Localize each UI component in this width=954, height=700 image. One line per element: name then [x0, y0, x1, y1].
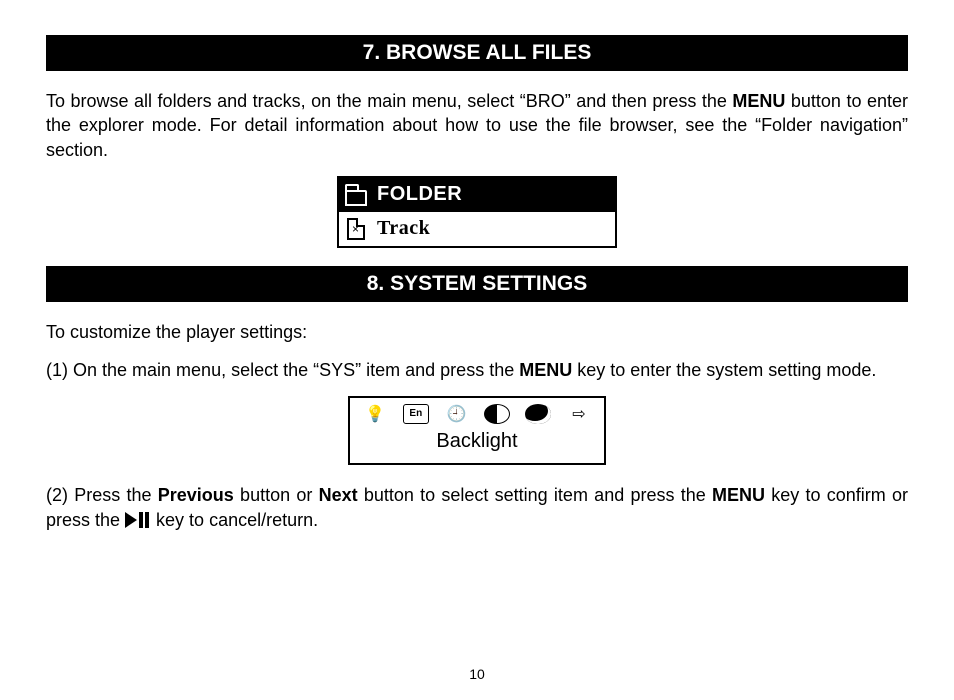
globe-icon [525, 404, 551, 424]
contrast-icon [484, 404, 510, 424]
text: button to select setting item and press … [358, 485, 712, 505]
menu-key-label: MENU [712, 485, 765, 505]
text: key to enter the system setting mode. [572, 360, 876, 380]
previous-button-label: Previous [158, 485, 234, 505]
menu-key-label: MENU [519, 360, 572, 380]
text: key to cancel/return. [151, 510, 318, 530]
lcd-screenshot-system-settings: 💡 En 🕘 ⇨ Backlight [348, 396, 606, 465]
section-7-heading: 7. BROWSE ALL FILES [46, 35, 908, 71]
lcd-setting-caption: Backlight [360, 430, 594, 453]
folder-icon [345, 184, 369, 206]
menu-key-label: MENU [732, 91, 785, 111]
lcd-row-track: Track [339, 212, 615, 246]
lcd-screenshot-folder-browser: FOLDER Track [337, 176, 617, 248]
section-8-heading: 8. SYSTEM SETTINGS [46, 266, 908, 302]
text: (1) On the main menu, select the “SYS” i… [46, 360, 519, 380]
clock-icon: 🕘 [444, 404, 470, 424]
text: To browse all folders and tracks, on the… [46, 91, 732, 111]
file-icon [345, 218, 369, 240]
section-7-paragraph: To browse all folders and tracks, on the… [46, 89, 908, 162]
lcd-track-label: Track [377, 217, 430, 240]
play-pause-icon [125, 512, 151, 528]
lcd-icon-row: 💡 En 🕘 ⇨ [360, 404, 594, 428]
section-8-step-1: (1) On the main menu, select the “SYS” i… [46, 358, 908, 382]
text: button or [234, 485, 319, 505]
page-number: 10 [0, 666, 954, 682]
bulb-icon: 💡 [362, 404, 388, 424]
section-8-intro: To customize the player settings: [46, 320, 908, 344]
lcd-folder-label: FOLDER [377, 183, 462, 206]
section-8-step-2: (2) Press the Previous button or Next bu… [46, 483, 908, 532]
text: (2) Press the [46, 485, 158, 505]
language-icon: En [403, 404, 429, 424]
lcd-row-folder: FOLDER [339, 178, 615, 212]
arrow-right-icon: ⇨ [566, 404, 592, 424]
next-button-label: Next [319, 485, 358, 505]
